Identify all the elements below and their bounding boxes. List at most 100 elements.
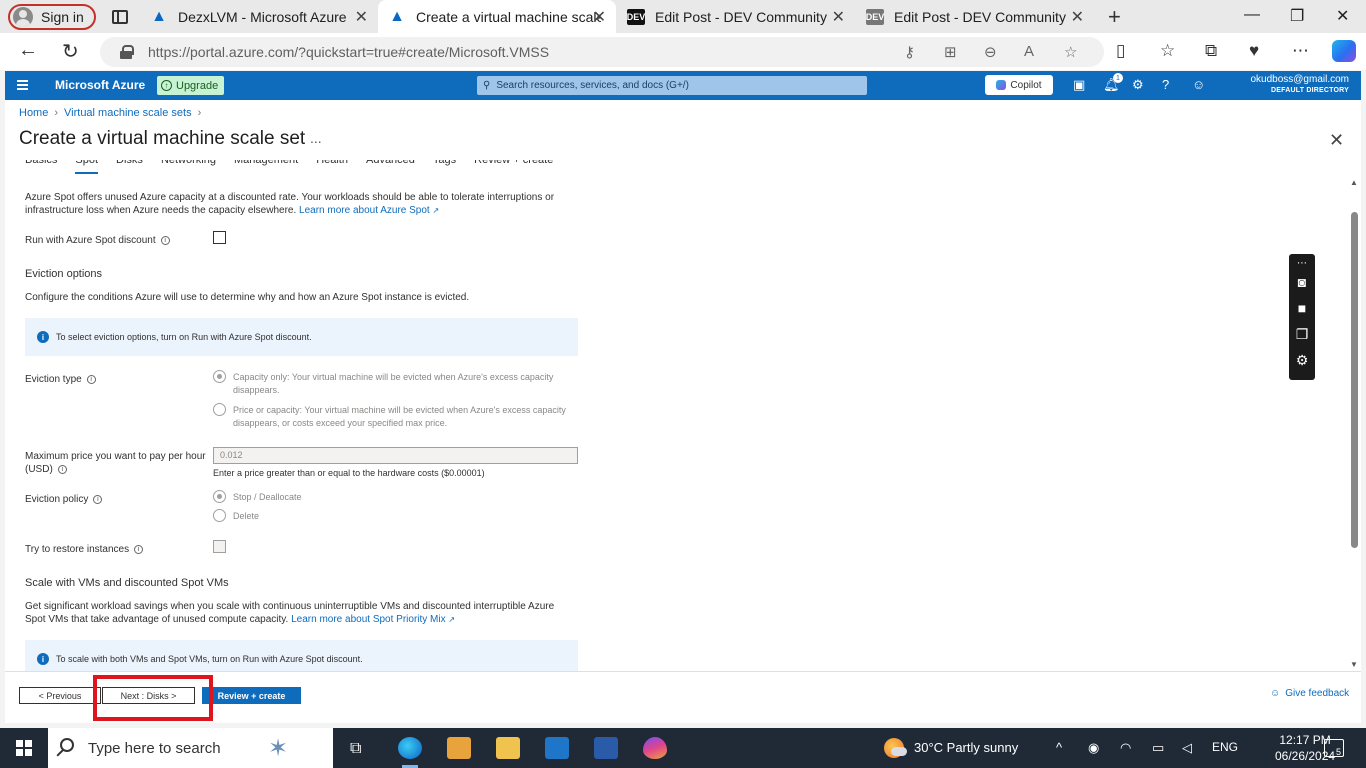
close-tab-icon[interactable]: ✕ — [593, 7, 606, 27]
tab-tags[interactable]: Tags — [433, 160, 456, 170]
refresh-icon[interactable]: ↻ — [62, 39, 79, 64]
tab-management[interactable]: Management — [234, 160, 298, 170]
avatar-icon — [13, 6, 33, 27]
tab-disks[interactable]: Disks — [116, 160, 143, 170]
language-indicator[interactable]: ENG — [1212, 740, 1238, 754]
info-icon[interactable]: i — [93, 494, 103, 504]
profile-button[interactable]: Sign in — [8, 3, 96, 30]
form-scroll-area[interactable]: Azure Spot offers unused Azure capacity … — [5, 178, 1361, 671]
new-tab-icon[interactable]: + — [1108, 4, 1121, 30]
azure-logo-icon: ▲ — [389, 7, 405, 25]
breadcrumb-vmss[interactable]: Virtual machine scale sets — [64, 107, 192, 119]
tab-basics[interactable]: Basics — [25, 160, 57, 170]
run-with-spot-checkbox[interactable] — [213, 231, 226, 244]
close-tab-icon[interactable]: ✕ — [1071, 7, 1084, 27]
windows-start-icon[interactable] — [16, 740, 32, 756]
browser-tab-dev-2[interactable]: DEV Edit Post - DEV Community ✕ — [856, 0, 1094, 33]
camera-icon[interactable]: ◙ — [1293, 274, 1311, 290]
media-player-icon[interactable] — [594, 737, 618, 759]
browser-tab-dezxlvm[interactable]: ▲ DezxLVM - Microsoft Azure ✕ — [140, 0, 378, 33]
feedback-icon[interactable]: ☺ — [1192, 77, 1205, 92]
tray-chevron-up-icon[interactable]: ^ — [1056, 740, 1062, 755]
close-tab-icon[interactable]: ✕ — [832, 7, 845, 27]
upgrade-button[interactable]: ↑ Upgrade — [157, 76, 225, 95]
info-icon[interactable]: i — [86, 374, 96, 384]
vertical-scrollbar[interactable]: ▲ ▼ — [1348, 178, 1361, 671]
azure-search-input[interactable]: ⚲ Search resources, services, and docs (… — [477, 76, 867, 95]
mail-icon[interactable] — [545, 737, 569, 759]
learn-more-priority-mix-link[interactable]: Learn more about Spot Priority Mix — [291, 614, 446, 625]
eviction-policy-label: Eviction policy i — [25, 493, 103, 506]
scroll-down-icon[interactable]: ▼ — [1350, 660, 1358, 669]
meet-now-icon[interactable]: ◉ — [1088, 740, 1099, 756]
read-aloud-icon[interactable]: A — [1024, 43, 1034, 60]
tab-actions-icon[interactable] — [111, 9, 128, 24]
tab-networking[interactable]: Networking — [161, 160, 216, 170]
zoom-icon[interactable]: ⊖ — [984, 43, 997, 61]
file-explorer-icon[interactable] — [496, 737, 520, 759]
taskbar-search-input[interactable]: Type here to search — [48, 728, 333, 768]
url-input[interactable]: https://portal.azure.com/?quickstart=tru… — [100, 37, 1104, 67]
restore-icon[interactable]: ❐ — [1290, 6, 1304, 26]
wifi-icon[interactable]: ◠ — [1120, 740, 1131, 756]
browser-tab-create-vmss[interactable]: ▲ Create a virtual machine scale set ✕ — [378, 0, 616, 33]
more-menu-icon[interactable]: ⋯ — [1292, 41, 1309, 61]
close-tab-icon[interactable]: ✕ — [355, 7, 368, 27]
account-menu[interactable]: okudboss@gmail.com DEFAULT DIRECTORY — [1250, 74, 1349, 96]
store-icon[interactable] — [447, 737, 471, 759]
scroll-up-icon[interactable]: ▲ — [1350, 178, 1358, 187]
split-screen-icon[interactable]: ▯ — [1116, 41, 1125, 61]
close-blade-icon[interactable]: ✕ — [1329, 130, 1344, 151]
review-create-button[interactable]: Review + create — [202, 687, 301, 704]
key-icon[interactable]: ⚷ — [904, 43, 915, 61]
breadcrumb-home[interactable]: Home — [19, 107, 48, 119]
back-icon[interactable]: ← — [18, 39, 38, 62]
window-capture-icon[interactable]: ❐ — [1293, 326, 1311, 342]
favorite-star-icon[interactable]: ☆ — [1064, 43, 1077, 61]
extensions-icon[interactable]: ♥ — [1249, 41, 1259, 61]
scrollbar-thumb[interactable] — [1351, 212, 1358, 548]
info-icon[interactable]: i — [134, 544, 144, 554]
collections-icon[interactable]: ⧉ — [1205, 41, 1217, 61]
toolbar-more-icon[interactable]: ⋯ — [1293, 256, 1311, 272]
apps-icon[interactable]: ⊞ — [944, 43, 957, 61]
notification-center-icon[interactable]: 5 — [1324, 739, 1344, 757]
policy-stop-deallocate-radio[interactable] — [213, 490, 226, 503]
minimize-icon[interactable]: — — [1244, 6, 1260, 24]
help-icon[interactable]: ? — [1162, 77, 1169, 92]
close-window-icon[interactable]: ✕ — [1336, 6, 1349, 26]
max-price-input[interactable]: 0.012 — [213, 447, 578, 464]
video-camera-icon[interactable]: ■ — [1293, 300, 1311, 316]
battery-icon[interactable]: ▭ — [1152, 740, 1164, 756]
tab-advanced[interactable]: Advanced — [366, 160, 415, 170]
tab-health[interactable]: Health — [316, 160, 348, 170]
give-feedback-link[interactable]: ☺ Give feedback — [1270, 688, 1349, 699]
browser-tab-dev-1[interactable]: DEV Edit Post - DEV Community ✕ — [617, 0, 855, 33]
previous-button[interactable]: < Previous — [19, 687, 101, 704]
info-icon[interactable]: i — [160, 235, 170, 245]
learn-more-spot-link[interactable]: Learn more about Azure Spot — [299, 205, 430, 216]
toolbar-settings-icon[interactable]: ⚙ — [1293, 352, 1311, 368]
paint-app-icon[interactable] — [643, 737, 667, 759]
hamburger-menu-icon[interactable] — [17, 80, 28, 90]
cloud-shell-icon[interactable]: ▣ — [1073, 77, 1085, 93]
settings-gear-icon[interactable]: ⚙ — [1132, 77, 1144, 93]
weather-icon[interactable] — [884, 738, 907, 758]
tab-review-create[interactable]: Review + create — [474, 160, 553, 170]
copilot-button[interactable]: Copilot — [985, 75, 1053, 95]
copilot-sidebar-icon[interactable] — [1332, 40, 1356, 62]
weather-text[interactable]: 30°C Partly sunny — [914, 740, 1018, 755]
task-view-icon[interactable]: ⧉ — [350, 740, 361, 758]
policy-delete-radio[interactable] — [213, 509, 226, 522]
breadcrumb-separator-icon: › — [54, 107, 59, 119]
volume-icon[interactable]: ◁ — [1182, 740, 1192, 756]
tab-spot[interactable]: Spot — [75, 160, 98, 174]
favorites-icon[interactable]: ☆ — [1160, 41, 1175, 61]
restore-instances-checkbox[interactable] — [213, 540, 226, 553]
eviction-price-or-capacity-radio[interactable] — [213, 403, 226, 416]
eviction-capacity-only-radio[interactable] — [213, 370, 226, 383]
edge-browser-icon[interactable] — [398, 737, 422, 768]
info-icon[interactable]: i — [57, 464, 67, 474]
more-options-icon[interactable]: ... — [310, 130, 322, 146]
azure-brand[interactable]: Microsoft Azure — [55, 78, 145, 92]
